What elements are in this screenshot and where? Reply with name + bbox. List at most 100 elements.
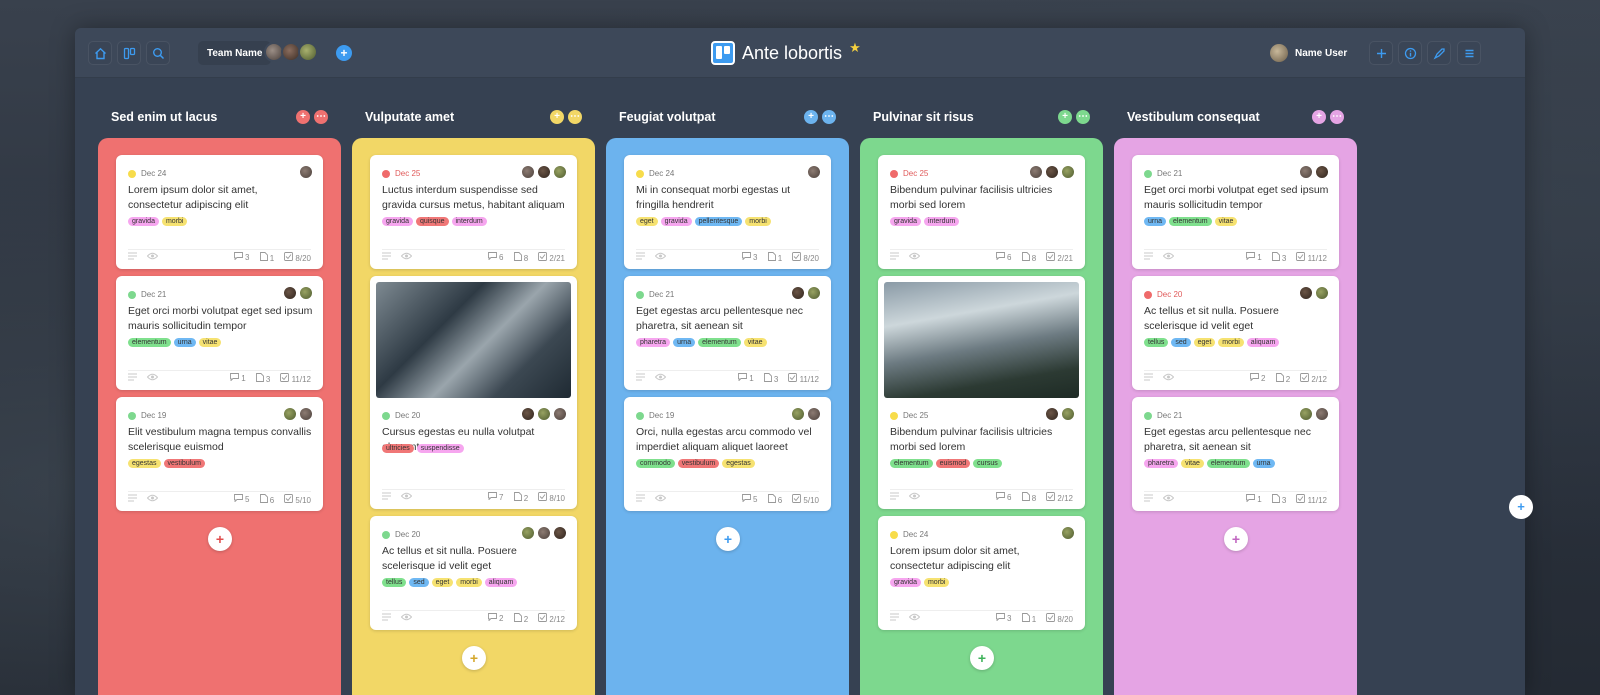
tag[interactable]: morbi [161, 217, 188, 226]
task-card[interactable]: Dec 25 Bibendum pulvinar facilisis ultric… [878, 276, 1085, 509]
task-card[interactable]: Dec 19 Orci, nulla egestas arcu commodo v… [624, 397, 831, 511]
member-avatar[interactable] [537, 526, 551, 540]
column-more-button[interactable]: ⋯ [1330, 110, 1344, 124]
tag[interactable]: gravida [128, 217, 159, 226]
member-avatar[interactable] [1315, 286, 1329, 300]
task-card[interactable]: Dec 25 Bibendum pulvinar facilisis ultric… [878, 155, 1085, 269]
tag[interactable]: cursus [973, 459, 1002, 468]
task-card[interactable]: Dec 24 Lorem ipsum dolor sit amet, consec… [116, 155, 323, 269]
tag[interactable]: gravida [890, 217, 921, 226]
tag[interactable]: vestibulum [163, 459, 205, 468]
member-avatar[interactable] [299, 286, 313, 300]
tag[interactable]: tellus [382, 578, 407, 587]
tag[interactable]: elementum [1169, 217, 1212, 226]
tag[interactable]: egestas [128, 459, 161, 468]
member-avatar[interactable] [521, 407, 535, 421]
eye-icon[interactable] [654, 373, 667, 383]
member-avatar[interactable] [537, 407, 551, 421]
add-card-button[interactable]: + [462, 646, 486, 670]
tag[interactable]: vitae [198, 338, 222, 347]
add-button[interactable] [1369, 41, 1393, 65]
tag[interactable]: urna [1144, 217, 1167, 226]
eye-icon[interactable] [1162, 494, 1175, 504]
member-avatar[interactable] [1061, 165, 1075, 179]
eye-icon[interactable] [654, 252, 667, 262]
search-button[interactable] [146, 41, 170, 65]
column-more-button[interactable]: ⋯ [822, 110, 836, 124]
add-card-button[interactable]: + [970, 646, 994, 670]
tag[interactable]: urna [673, 338, 696, 347]
member-avatar[interactable] [1299, 286, 1313, 300]
task-card[interactable]: Dec 25 Luctus interdum suspendisse sed gr… [370, 155, 577, 269]
tag[interactable]: sed [409, 578, 429, 587]
tag[interactable]: euismod [935, 459, 971, 468]
tag[interactable]: egestas [722, 459, 755, 468]
column-add-button[interactable]: + [1058, 110, 1072, 124]
member-avatar[interactable] [553, 526, 567, 540]
tag[interactable]: eget [636, 217, 658, 226]
task-card[interactable]: Dec 20Cursus egestas eu nulla volutpat e… [370, 276, 577, 509]
member-avatar[interactable] [791, 286, 805, 300]
user-menu[interactable]: Name User [1270, 41, 1347, 65]
tag[interactable]: elementum [698, 338, 741, 347]
member-avatar[interactable] [1299, 407, 1313, 421]
member-avatar[interactable] [553, 165, 567, 179]
eye-icon[interactable] [146, 373, 159, 383]
tag[interactable]: vitae [1181, 459, 1204, 468]
column-add-button[interactable]: + [804, 110, 818, 124]
member-avatar[interactable] [1061, 407, 1075, 421]
tag[interactable]: urna [1252, 459, 1275, 468]
tag[interactable]: tellus [1144, 338, 1169, 347]
tag[interactable]: interdum [923, 217, 960, 226]
column-more-button[interactable]: ⋯ [1076, 110, 1090, 124]
menu-button[interactable] [1457, 41, 1481, 65]
tag[interactable]: gravida [890, 578, 921, 587]
member-avatar[interactable] [1315, 165, 1329, 179]
eye-icon[interactable] [146, 494, 159, 504]
member-avatar[interactable] [299, 165, 313, 179]
tag[interactable]: ultricies [382, 444, 414, 453]
tag[interactable]: aliquam [484, 578, 518, 587]
tag[interactable]: commodo [636, 459, 675, 468]
eye-icon[interactable] [908, 492, 921, 502]
member-avatar[interactable] [1029, 165, 1043, 179]
eye-icon[interactable] [146, 252, 159, 262]
rocket-button[interactable] [1427, 41, 1451, 65]
member-avatar[interactable] [553, 407, 567, 421]
member-avatar[interactable] [283, 407, 297, 421]
tag[interactable]: aliquam [1246, 338, 1280, 347]
member-avatar[interactable] [791, 407, 805, 421]
star-icon[interactable]: ★ [849, 40, 861, 56]
tag[interactable]: pellentesque [694, 217, 743, 226]
tag[interactable]: gravida [660, 217, 692, 226]
task-card[interactable]: Dec 21 Eget egestas arcu pellentesque nec… [624, 276, 831, 390]
boards-button[interactable] [117, 41, 141, 65]
member-avatar[interactable] [1315, 407, 1329, 421]
home-button[interactable] [88, 41, 112, 65]
column-more-button[interactable]: ⋯ [568, 110, 582, 124]
tag[interactable]: morbi [1218, 338, 1244, 347]
tag[interactable]: gravida [382, 217, 413, 226]
add-card-button[interactable]: + [1224, 527, 1248, 551]
tag[interactable]: elementum [128, 338, 171, 347]
task-card[interactable]: Dec 20 Ac tellus et sit nulla. Posuere sc… [370, 516, 577, 630]
task-card[interactable]: Dec 21 Eget orci morbi volutpat eget sed … [116, 276, 323, 390]
tag[interactable]: urna [173, 338, 196, 347]
eye-icon[interactable] [1162, 252, 1175, 262]
eye-icon[interactable] [400, 252, 413, 262]
member-avatar[interactable] [283, 286, 297, 300]
member-avatar[interactable] [807, 165, 821, 179]
tag[interactable]: quisque [415, 217, 449, 226]
member-avatar[interactable] [1299, 165, 1313, 179]
member-avatar[interactable] [298, 42, 318, 62]
eye-icon[interactable] [1162, 373, 1175, 383]
eye-icon[interactable] [400, 613, 413, 623]
member-avatar[interactable] [807, 407, 821, 421]
tag[interactable]: sed [1171, 338, 1191, 347]
eye-icon[interactable] [908, 252, 921, 262]
task-card[interactable]: Dec 21 Eget orci morbi volutpat eget sed … [1132, 155, 1339, 269]
task-card[interactable]: Dec 20 Ac tellus et sit nulla. Posuere sc… [1132, 276, 1339, 390]
tag[interactable]: suspendisse [416, 444, 464, 453]
tag[interactable]: vestibulum [677, 459, 720, 468]
column-add-button[interactable]: + [550, 110, 564, 124]
